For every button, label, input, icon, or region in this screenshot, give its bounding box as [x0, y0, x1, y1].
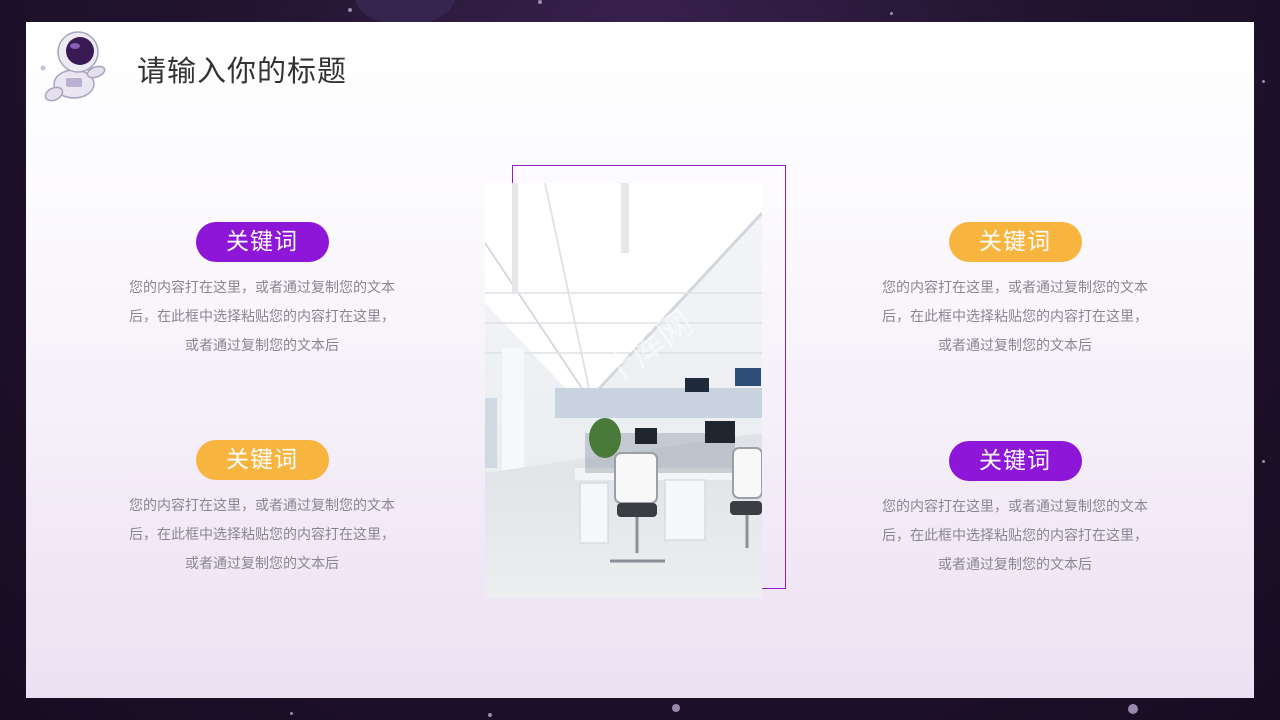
- background-star: [348, 8, 352, 12]
- keyword-block: 关键词 您的内容打在这里，或者通过复制您的文本 后，在此框中选择粘贴您的内容打在…: [102, 222, 422, 361]
- background-star: [672, 704, 680, 712]
- description-line: 后，在此框中选择粘贴您的内容打在这里，: [882, 309, 1148, 325]
- keyword-badge: 关键词: [948, 441, 1082, 481]
- keyword-badge: 关键词: [948, 222, 1082, 262]
- description-line: 您的内容打在这里，或者通过复制您的文本: [882, 499, 1148, 515]
- background-star: [890, 12, 893, 15]
- description-line: 您的内容打在这里，或者通过复制您的文本: [129, 498, 395, 514]
- description-line: 您的内容打在这里，或者通过复制您的文本: [129, 280, 395, 296]
- description-line: 后，在此框中选择粘贴您的内容打在这里，: [882, 528, 1148, 544]
- description-line: 或者通过复制您的文本后: [185, 338, 339, 354]
- astronaut-icon: [40, 31, 106, 102]
- keyword-badge: 关键词: [195, 222, 329, 262]
- background-star: [488, 713, 492, 717]
- office-photo-icon: 千库网: [485, 183, 762, 598]
- background-star: [538, 0, 542, 4]
- page-title: 请输入你的标题: [137, 54, 348, 88]
- background-star: [1262, 460, 1265, 463]
- description-line: 后，在此框中选择粘贴您的内容打在这里，: [129, 527, 395, 543]
- background-star: [1128, 704, 1138, 714]
- keyword-block: 关键词 您的内容打在这里，或者通过复制您的文本 后，在此框中选择粘贴您的内容打在…: [855, 222, 1175, 361]
- description-text: 您的内容打在这里，或者通过复制您的文本 后，在此框中选择粘贴您的内容打在这里， …: [855, 493, 1175, 580]
- description-line: 后，在此框中选择粘贴您的内容打在这里，: [129, 309, 395, 325]
- keyword-badge: 关键词: [195, 440, 329, 480]
- office-photo: 千库网: [485, 183, 762, 598]
- description-text: 您的内容打在这里，或者通过复制您的文本 后，在此框中选择粘贴您的内容打在这里， …: [102, 492, 422, 579]
- description-line: 您的内容打在这里，或者通过复制您的文本: [882, 280, 1148, 296]
- description-line: 或者通过复制您的文本后: [938, 338, 1092, 354]
- background-star: [1262, 80, 1265, 83]
- slide-canvas: 请输入你的标题 关键词 您的内容打在这里，或者通过复制您的文本 后，在此框中选择…: [26, 22, 1254, 698]
- description-line: 或者通过复制您的文本后: [185, 556, 339, 572]
- description-text: 您的内容打在这里，或者通过复制您的文本 后，在此框中选择粘贴您的内容打在这里， …: [102, 274, 422, 361]
- background-star: [290, 712, 293, 715]
- keyword-block: 关键词 您的内容打在这里，或者通过复制您的文本 后，在此框中选择粘贴您的内容打在…: [855, 441, 1175, 580]
- description-line: 或者通过复制您的文本后: [938, 557, 1092, 573]
- keyword-block: 关键词 您的内容打在这里，或者通过复制您的文本 后，在此框中选择粘贴您的内容打在…: [102, 440, 422, 579]
- description-text: 您的内容打在这里，或者通过复制您的文本 后，在此框中选择粘贴您的内容打在这里， …: [855, 274, 1175, 361]
